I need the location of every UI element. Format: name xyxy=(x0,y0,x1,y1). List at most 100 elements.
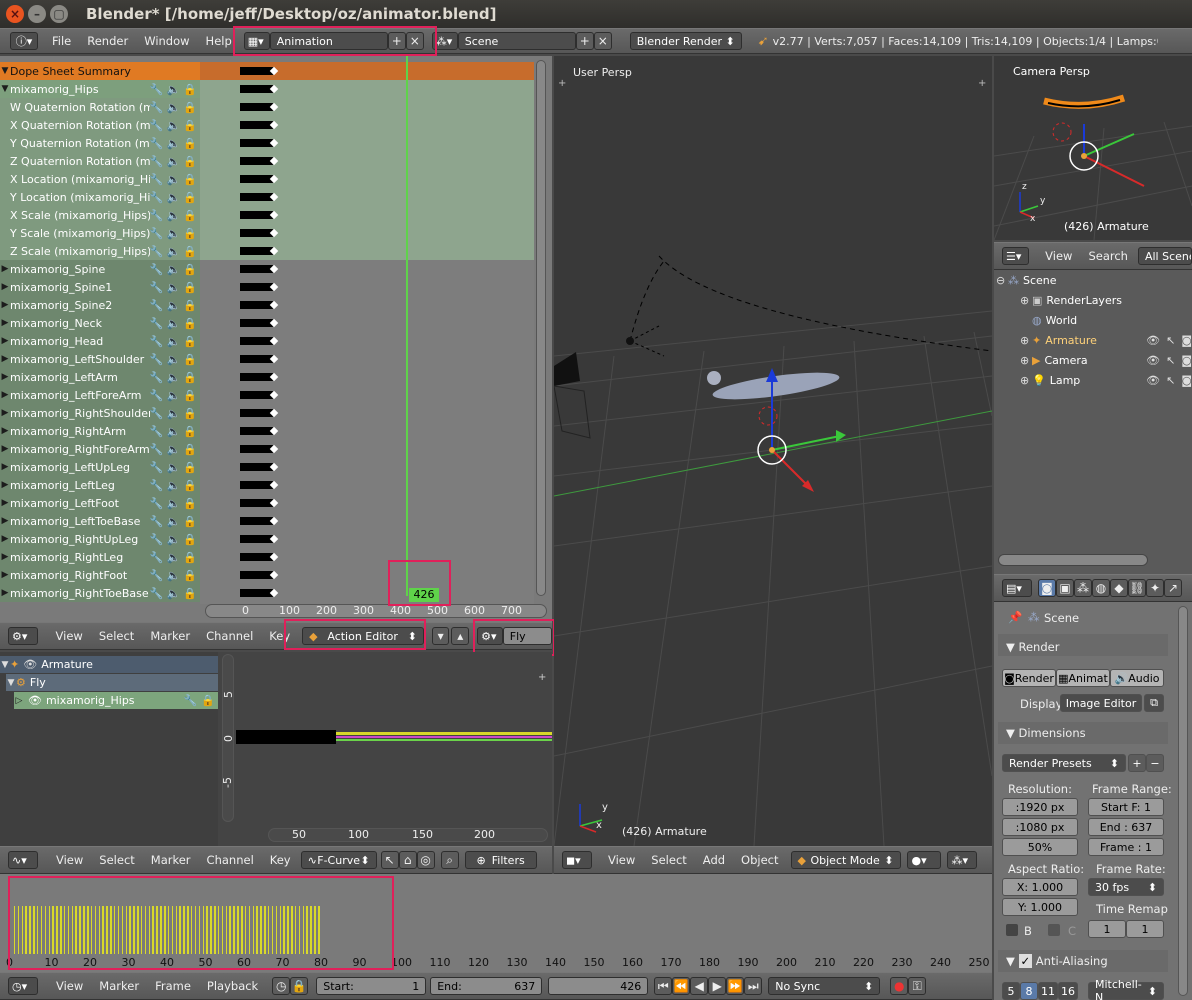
wrench-icon[interactable]: 🔧 xyxy=(150,389,164,402)
curve-keyframes-block[interactable] xyxy=(236,730,336,744)
ghost-icon[interactable]: ⌂ xyxy=(398,851,417,869)
aspect-y-field[interactable]: Y: 1.000 xyxy=(1002,898,1078,916)
timeline-key-line[interactable] xyxy=(60,906,62,954)
lamp-visibility-eye-icon[interactable]: 👁 xyxy=(1146,374,1160,387)
lock-icon[interactable]: 🔒 xyxy=(183,425,197,438)
wrench-icon[interactable]: 🔧 xyxy=(150,299,164,312)
timeline-key-line[interactable] xyxy=(237,906,239,954)
channel-bone[interactable]: ▶ mixamorig_LeftShoulder 🔧 🔈 🔒 xyxy=(0,350,200,368)
expand-triangle-icon[interactable]: ▶ xyxy=(0,300,10,310)
timeline-key-line[interactable] xyxy=(248,906,251,954)
eye-icon-small[interactable]: 👁 xyxy=(28,694,42,707)
lock-icon[interactable]: 🔒 xyxy=(183,299,197,312)
timeline-key-line[interactable] xyxy=(229,906,231,954)
timeline-key-line[interactable] xyxy=(137,906,139,954)
expand-triangle-icon[interactable]: ▶ xyxy=(0,390,10,400)
lock-icon[interactable]: 🔒 xyxy=(183,335,197,348)
lock-icon[interactable]: 🔒 xyxy=(183,551,197,564)
graph-mode-select[interactable]: ∿ F-Curve ⬍ xyxy=(300,851,377,869)
lock-icon[interactable]: 🔒 xyxy=(183,407,197,420)
wrench-icon[interactable]: 🔧 xyxy=(150,191,164,204)
wrench-icon[interactable]: 🔧 xyxy=(184,694,198,707)
render-button[interactable]: ◙ Render xyxy=(1002,669,1056,687)
action-name-field[interactable]: Fly xyxy=(502,627,552,645)
expand-triangle-icon[interactable]: ▶ xyxy=(0,534,10,544)
channel-bone[interactable]: ▶ mixamorig_Head 🔧 🔈 🔒 xyxy=(0,332,200,350)
timeline-key-line[interactable] xyxy=(279,906,281,954)
wrench-icon[interactable]: 🔧 xyxy=(150,371,164,384)
wrench-icon[interactable]: 🔧 xyxy=(150,263,164,276)
frame-end-field[interactable]: End : 637 xyxy=(1088,818,1164,836)
frame-start-field[interactable]: Start F: 1 xyxy=(1088,798,1164,816)
wrench-icon[interactable]: 🔧 xyxy=(150,119,164,132)
timeline-key-line[interactable] xyxy=(63,906,66,954)
outliner-world[interactable]: ◍ World xyxy=(1032,310,1192,330)
wrench-icon[interactable]: 🔧 xyxy=(150,227,164,240)
expand-triangle-icon[interactable]: ▶ xyxy=(0,462,10,472)
expand-triangle-icon[interactable]: ▶ xyxy=(0,480,10,490)
timeline-key-line[interactable] xyxy=(202,906,204,954)
timeline-key-line[interactable] xyxy=(144,906,147,954)
object-tab-icon[interactable]: ◆ xyxy=(1110,579,1128,597)
dopesheet-hscrollbar[interactable] xyxy=(205,604,547,618)
add-preset-icon[interactable]: + xyxy=(1128,754,1146,772)
channel-bone[interactable]: ▶ mixamorig_RightFoot 🔧 🔈 🔒 xyxy=(0,566,200,584)
timeline-key-line[interactable] xyxy=(129,906,131,954)
outliner-lamp[interactable]: ⊕ 💡 Lamp 👁 ↖ ◙ xyxy=(1020,370,1192,390)
ge-menu-select[interactable]: Select xyxy=(91,853,142,867)
display-select[interactable]: Image Editor xyxy=(1060,694,1142,712)
bone-tab-icon[interactable]: ↗ xyxy=(1164,579,1182,597)
timeline-key-line[interactable] xyxy=(83,906,85,954)
pivot-point-select[interactable]: ⁂▾ xyxy=(946,851,977,869)
channel-fcurve[interactable]: Y Location (mixamorig_Hips)🔧🔈🔒 xyxy=(0,188,200,206)
timeline-key-line[interactable] xyxy=(140,906,143,954)
wrench-icon[interactable]: 🔧 xyxy=(150,245,164,258)
action-browse-icon[interactable]: ⚙▾ xyxy=(477,627,503,645)
timeline-key-line[interactable] xyxy=(244,906,247,954)
channel-summary[interactable]: ▼ Dope Sheet Summary xyxy=(0,62,200,80)
tl-menu-playback[interactable]: Playback xyxy=(199,979,266,993)
timeline-key-line[interactable] xyxy=(56,906,58,954)
armature-select-cursor-icon[interactable]: ↖ xyxy=(1166,334,1175,347)
mute-speaker-icon[interactable]: 🔈 xyxy=(167,443,181,456)
lock-icon[interactable]: 🔒 xyxy=(183,263,197,276)
mute-speaker-icon[interactable]: 🔈 xyxy=(167,533,181,546)
mute-speaker-icon[interactable]: 🔈 xyxy=(167,335,181,348)
timeline-key-line[interactable] xyxy=(110,906,112,954)
timeline-key-line[interactable] xyxy=(40,906,43,954)
timeline-key-line[interactable] xyxy=(267,906,270,954)
timeline-key-line[interactable] xyxy=(256,906,258,954)
outliner-armature[interactable]: ⊕ ✦ Armature 👁 ↖ ◙ xyxy=(1020,330,1192,350)
timeline-key-line[interactable] xyxy=(171,906,174,954)
tl-menu-marker[interactable]: Marker xyxy=(91,979,147,993)
timeline-key-line[interactable] xyxy=(283,906,285,954)
timeline-key-line[interactable] xyxy=(206,906,208,954)
timeline-key-line[interactable] xyxy=(71,906,74,954)
menu-help[interactable]: Help xyxy=(198,34,240,48)
wrench-icon[interactable]: 🔧 xyxy=(150,353,164,366)
timeline-key-line[interactable] xyxy=(106,906,108,954)
timeline-key-line[interactable] xyxy=(233,906,235,954)
viewport-shading-select[interactable]: ●▾ xyxy=(906,851,941,869)
channel-bone[interactable]: ▶ mixamorig_LeftToeBase 🔧 🔈 🔒 xyxy=(0,512,200,530)
wrench-icon[interactable]: 🔧 xyxy=(150,515,164,528)
mute-speaker-icon[interactable]: 🔈 xyxy=(167,119,181,132)
expand-triangle-icon[interactable]: ▶ xyxy=(0,516,10,526)
mute-speaker-icon[interactable]: 🔈 xyxy=(167,353,181,366)
menu-file[interactable]: File xyxy=(44,34,79,48)
mute-speaker-icon[interactable]: 🔈 xyxy=(167,101,181,114)
channel-bone[interactable]: ▶ mixamorig_Spine 🔧 🔈 🔒 xyxy=(0,260,200,278)
play-reverse-icon[interactable]: ◀ xyxy=(690,977,709,995)
expand-triangle-icon[interactable]: ▶ xyxy=(0,318,10,328)
outliner-hscrollbar[interactable] xyxy=(998,554,1148,566)
mute-speaker-icon[interactable]: 🔈 xyxy=(167,83,181,96)
timeline-key-line[interactable] xyxy=(318,906,320,954)
crop-checkbox[interactable] xyxy=(1048,924,1060,936)
jump-start-icon[interactable]: ⏮ xyxy=(654,977,673,995)
timeline-key-line[interactable] xyxy=(287,906,289,954)
start-frame-field[interactable]: Start: 1 xyxy=(316,977,427,995)
timeline-key-line[interactable] xyxy=(175,906,178,954)
lamp-select-cursor-icon[interactable]: ↖ xyxy=(1166,374,1175,387)
mute-speaker-icon[interactable]: 🔈 xyxy=(167,227,181,240)
channel-bone[interactable]: ▶ mixamorig_LeftLeg 🔧 🔈 🔒 xyxy=(0,476,200,494)
